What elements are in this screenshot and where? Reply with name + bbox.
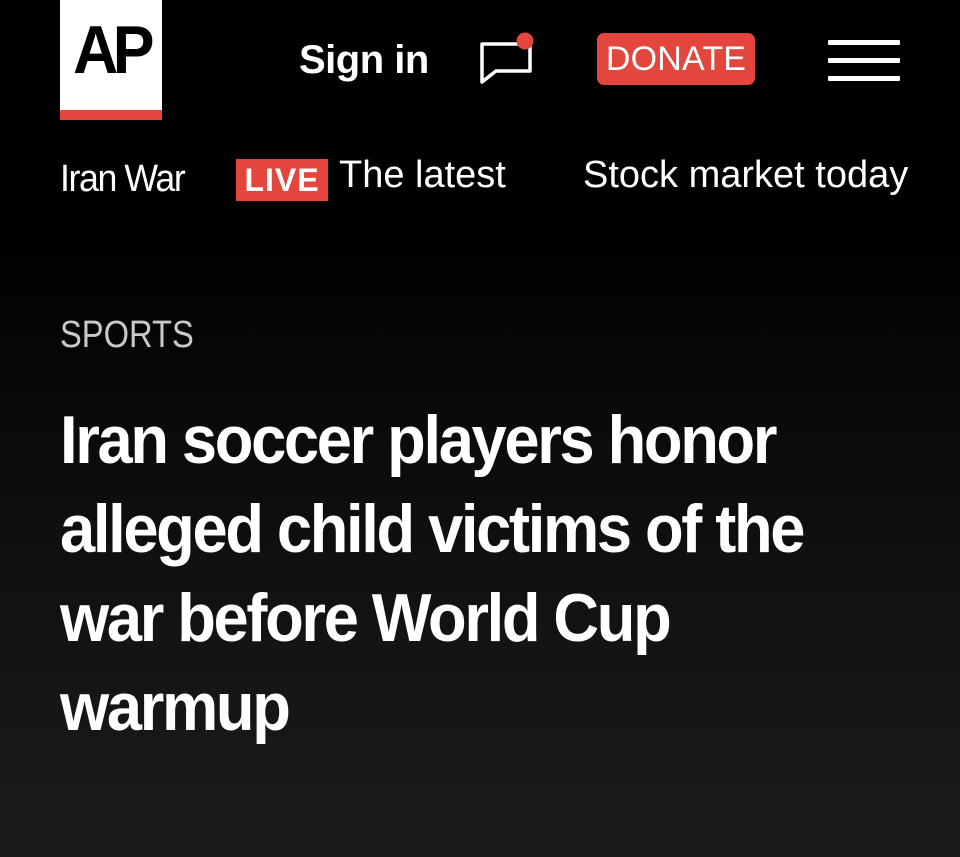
page: AP Sign in DONATE Iran War LIVE The late… <box>0 0 960 857</box>
ap-logo[interactable]: AP <box>60 0 162 120</box>
donate-button[interactable]: DONATE <box>597 33 755 85</box>
section-label[interactable]: SPORTS <box>60 312 194 358</box>
nav-item-stock-market-today[interactable]: Stock market today <box>583 152 930 198</box>
article-headline: Iran soccer players honor alleged child … <box>60 402 805 745</box>
sign-in-link[interactable]: Sign in <box>299 36 429 84</box>
live-badge: LIVE <box>236 159 328 201</box>
chat-icon[interactable] <box>474 32 538 88</box>
notification-dot-icon <box>516 32 534 50</box>
hamburger-menu-icon[interactable] <box>828 40 900 82</box>
logo-text: AP <box>73 12 154 88</box>
nav-item-the-latest[interactable]: The latest <box>339 152 506 198</box>
nav-item-iran-war[interactable]: Iran War <box>60 156 186 202</box>
chat-bubble-icon <box>480 32 534 84</box>
